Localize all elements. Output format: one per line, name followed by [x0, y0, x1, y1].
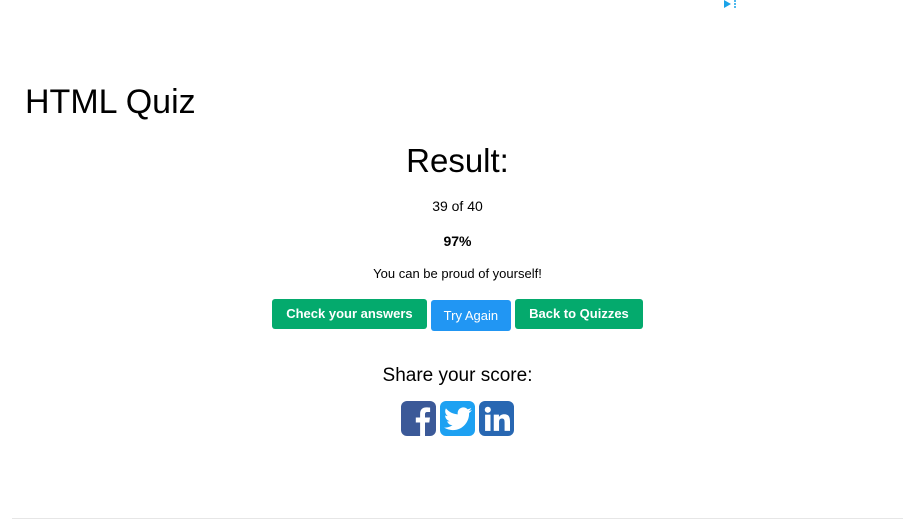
linkedin-share-button[interactable] [479, 401, 514, 436]
twitter-share-button[interactable] [440, 401, 475, 436]
result-panel: Result: 39 of 40 97% You can be proud of… [0, 140, 903, 436]
score-text: 39 of 40 [432, 198, 483, 214]
divider [12, 518, 903, 519]
page-title: HTML Quiz [25, 83, 196, 121]
quiz-result-page: HTML Quiz Result: 39 of 40 97% You can b… [0, 0, 903, 529]
result-actions: Check your answers Try Again Back to Qui… [0, 299, 903, 331]
result-message: You can be proud of yourself! [373, 266, 542, 281]
linkedin-icon [484, 406, 510, 431]
share-heading: Share your score: [382, 365, 533, 386]
facebook-share-button[interactable] [401, 401, 436, 436]
ad-menu-icon [734, 0, 736, 8]
result-heading: Result: [406, 142, 509, 179]
back-to-quizzes-button[interactable]: Back to Quizzes [515, 299, 643, 329]
try-again-button[interactable]: Try Again [430, 300, 512, 331]
score-percent: 97% [443, 233, 472, 249]
ad-play-icon [724, 0, 731, 8]
check-answers-button[interactable]: Check your answers [272, 299, 427, 329]
facebook-icon [415, 407, 431, 436]
share-buttons [0, 401, 903, 436]
adchoices-icon[interactable] [724, 0, 736, 8]
twitter-icon [443, 406, 472, 430]
